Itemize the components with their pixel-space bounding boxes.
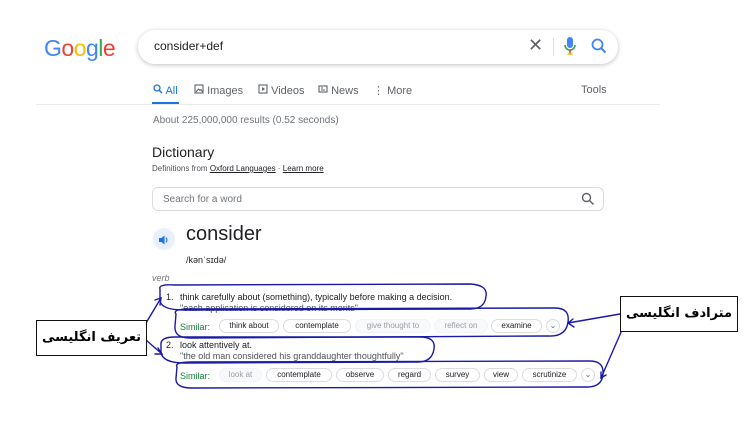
synonym-arrow [567, 313, 621, 324]
definition-2-outline [160, 336, 435, 364]
definition-callout: تعریف انگلیسی [36, 320, 147, 356]
definition-arrow [145, 339, 163, 355]
synonym-arrow [600, 329, 623, 379]
definition-arrow [145, 297, 162, 324]
definition-1-outline [159, 283, 487, 311]
synonyms-1-outline [174, 307, 569, 339]
synonym-callout: مترادف انگلیسی [620, 296, 738, 332]
annotation-overlay [145, 283, 623, 389]
synonyms-2-outline [175, 360, 604, 389]
